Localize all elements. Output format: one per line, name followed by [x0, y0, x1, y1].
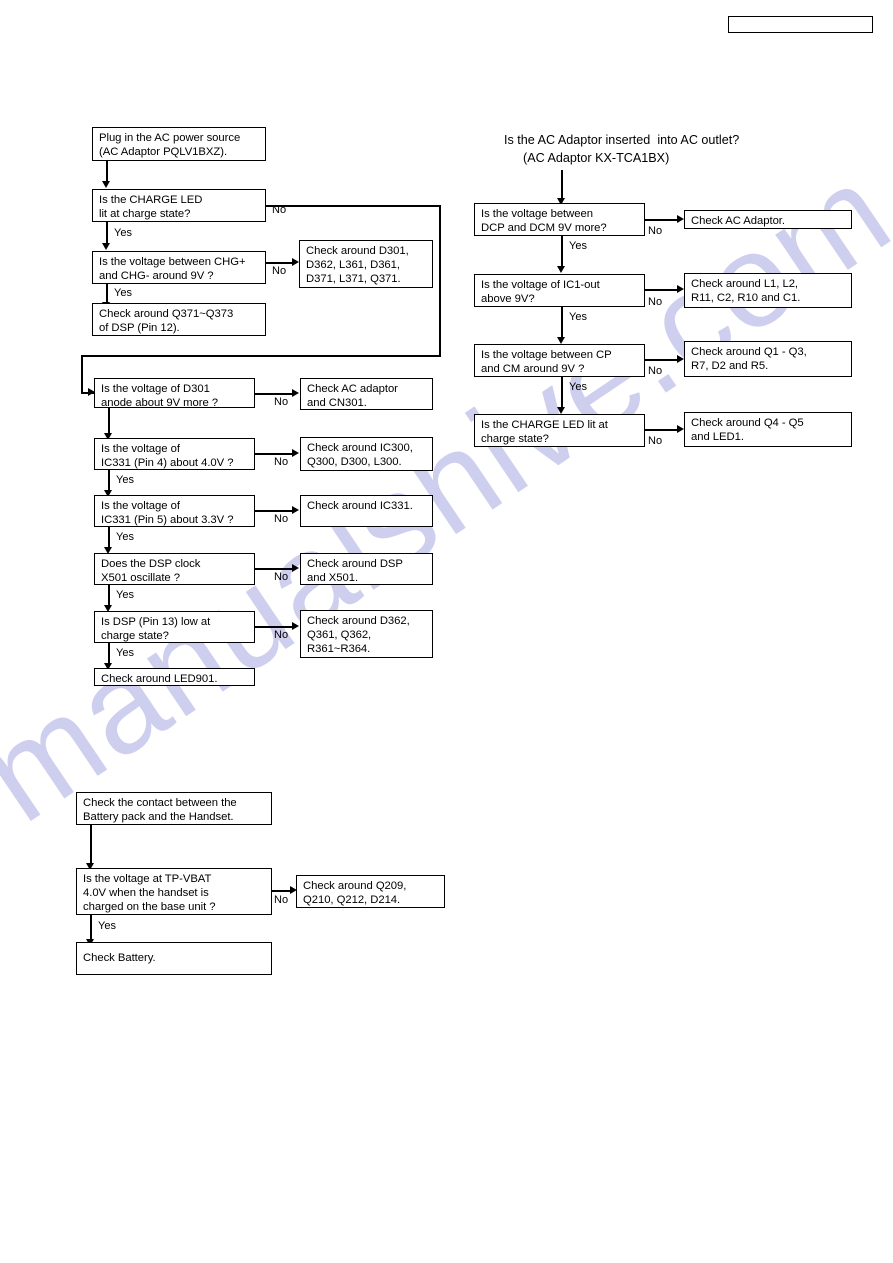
connector-q2-no — [255, 453, 295, 455]
flow-node-check-q209-group: Check around Q209, Q210, Q212, D214. — [296, 875, 445, 908]
connector-q4-q5 — [108, 585, 110, 607]
flow-node-check-q1-q3-group: Check around Q1 - Q3, R7, D2 and R5. — [684, 341, 852, 377]
connector-q3-no — [255, 510, 295, 512]
flow-node-dcp-dcm-voltage: Is the voltage between DCP and DCM 9V mo… — [474, 203, 645, 236]
label-no-rq4: No — [648, 435, 663, 447]
arrowhead-rq3-rq4 — [557, 407, 565, 414]
flow-node-check-battery-contact: Check the contact between the Battery pa… — [76, 792, 272, 825]
flowchart-layer: Plug in the AC power source (AC Adaptor … — [0, 0, 893, 1263]
label-yes-voltage-chg: Yes — [114, 287, 132, 299]
connector-rq3-no — [645, 359, 680, 361]
connector-q1-q2 — [108, 408, 110, 435]
label-no-q3: No — [274, 513, 289, 525]
flow-node-dsp-pin13-low: Is DSP (Pin 13) low at charge state? — [94, 611, 255, 643]
connector-n2-no-horizontal — [266, 205, 441, 207]
flow-node-check-q4-q5-group: Check around Q4 - Q5 and LED1. — [684, 412, 852, 447]
flow-node-ic331-pin4-voltage: Is the voltage of IC331 (Pin 4) about 4.… — [94, 438, 255, 470]
connector-q4-no — [255, 568, 295, 570]
flow-node-check-l1-l2-group: Check around L1, L2, R11, C2, R10 and C1… — [684, 273, 852, 308]
connector-rq4-no — [645, 429, 680, 431]
connector-q5-terminal — [108, 643, 110, 665]
connector-n2-no-vertical-right — [439, 205, 441, 357]
flow-node-ic1-out-voltage: Is the voltage of IC1-out above 9V? — [474, 274, 645, 307]
flow-node-check-ac-adaptor: Check AC Adaptor. — [684, 210, 852, 229]
flow-node-check-d301-group: Check around D301, D362, L361, D361, D37… — [299, 240, 433, 288]
label-yes-rq3: Yes — [569, 381, 587, 393]
label-no-charge-led: No — [272, 204, 287, 216]
connector-n3-n4 — [106, 284, 108, 304]
arrowhead-n1-n2 — [102, 181, 110, 188]
ac-adaptor-flow-title-line1: Is the AC Adaptor inserted into AC outle… — [504, 133, 740, 147]
arrowhead-q4-no — [292, 564, 299, 572]
label-no-q1: No — [274, 396, 289, 408]
connector-q2-q3 — [108, 470, 110, 492]
flow-node-check-dsp-x501: Check around DSP and X501. — [300, 553, 433, 585]
flow-node-d301-anode-voltage: Is the voltage of D301 anode about 9V mo… — [94, 378, 255, 409]
arrowhead-rq2-rq3 — [557, 337, 565, 344]
flow-node-check-ic300-group: Check around IC300, Q300, D300, L300. — [300, 437, 433, 471]
flow-node-charge-led-lit-right: Is the CHARGE LED lit at charge state? — [474, 414, 645, 447]
label-no-voltage-chg: No — [272, 265, 287, 277]
connector-n3-no — [266, 262, 295, 264]
label-yes-q2: Yes — [116, 474, 134, 486]
connector-n2-no-return-horizontal — [81, 355, 441, 357]
flow-node-check-q371-q373: Check around Q371~Q373 of DSP (Pin 12). — [92, 303, 266, 336]
label-yes-charge-led: Yes — [114, 227, 132, 239]
label-no-b2: No — [274, 894, 289, 906]
label-no-q5: No — [274, 629, 289, 641]
arrowhead-q1-no — [292, 389, 299, 397]
ac-adaptor-flow-title-line2: (AC Adaptor KX-TCA1BX) — [523, 151, 670, 165]
flow-node-check-ac-adaptor-cn301: Check AC adaptor and CN301. — [300, 378, 433, 410]
connector-n2-no-vertical-left — [81, 355, 83, 393]
arrowhead-rq3-no — [677, 355, 684, 363]
flow-node-check-led901: Check around LED901. — [94, 668, 255, 686]
label-yes-rq2: Yes — [569, 311, 587, 323]
connector-q5-no — [255, 626, 295, 628]
label-no-rq3: No — [648, 365, 663, 377]
arrowhead-rq4-no — [677, 425, 684, 433]
arrowhead-q3-no — [292, 506, 299, 514]
connector-b2-b4 — [90, 915, 92, 941]
flow-node-dsp-clock-x501: Does the DSP clock X501 oscillate ? — [94, 553, 255, 585]
label-yes-q5: Yes — [116, 647, 134, 659]
arrowhead-q5-no — [292, 622, 299, 630]
connector-rq1-rq2 — [561, 236, 563, 268]
label-yes-q4: Yes — [116, 589, 134, 601]
flow-node-plug-in-ac-power: Plug in the AC power source (AC Adaptor … — [92, 127, 266, 161]
label-yes-rq1: Yes — [569, 240, 587, 252]
connector-q1-no — [255, 393, 295, 395]
arrowhead-rq1-no — [677, 215, 684, 223]
arrowhead-q2-no — [292, 449, 299, 457]
document-page: manualshive.com Plug in the AC power sou… — [0, 0, 893, 1263]
connector-title-rq1 — [561, 170, 563, 200]
connector-rq3-rq4 — [561, 377, 563, 409]
flow-node-check-d362-group: Check around D362, Q361, Q362, R361~R364… — [300, 610, 433, 658]
label-no-q4: No — [274, 571, 289, 583]
flow-node-is-charge-led-lit: Is the CHARGE LED lit at charge state? — [92, 189, 266, 222]
label-no-rq2: No — [648, 296, 663, 308]
connector-b1-b2 — [90, 825, 92, 865]
connector-n2-n3 — [106, 222, 108, 245]
arrowhead-rq2-no — [677, 285, 684, 293]
arrowhead-rq1-rq2 — [557, 266, 565, 273]
label-no-rq1: No — [648, 225, 663, 237]
connector-rq2-no — [645, 289, 680, 291]
connector-rq2-rq3 — [561, 307, 563, 339]
flow-node-check-battery: Check Battery. — [76, 942, 272, 975]
arrowhead-n2-n3 — [102, 243, 110, 250]
flow-node-tp-vbat-voltage: Is the voltage at TP-VBAT 4.0V when the … — [76, 868, 272, 915]
label-yes-q3: Yes — [116, 531, 134, 543]
connector-rq1-no — [645, 219, 680, 221]
label-yes-b2: Yes — [98, 920, 116, 932]
arrowhead-n3-no — [292, 258, 299, 266]
flow-node-check-ic331: Check around IC331. — [300, 495, 433, 527]
flow-node-cp-cm-voltage: Is the voltage between CP and CM around … — [474, 344, 645, 377]
connector-q3-q4 — [108, 527, 110, 549]
flow-node-voltage-chg: Is the voltage between CHG+ and CHG- aro… — [92, 251, 266, 284]
connector-n1-n2 — [106, 161, 108, 183]
label-no-q2: No — [274, 456, 289, 468]
flow-node-ic331-pin5-voltage: Is the voltage of IC331 (Pin 5) about 3.… — [94, 495, 255, 527]
